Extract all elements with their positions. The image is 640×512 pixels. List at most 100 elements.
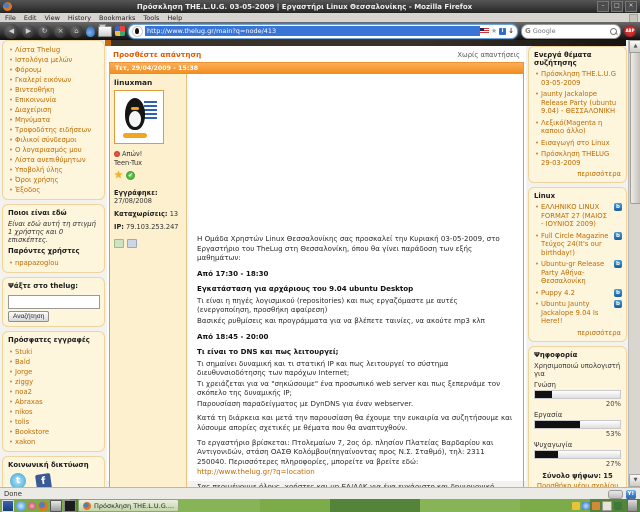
nav-item-links[interactable]: Φιλικοί σύνδεσμοι [8, 135, 99, 145]
menu-bookmarks[interactable]: Bookmarks [99, 14, 135, 22]
search-magnifier-icon[interactable] [610, 27, 617, 35]
tray-misc-icon[interactable] [614, 501, 622, 510]
nav-item-my-account[interactable]: Ο λογαριασμός μου [8, 145, 99, 155]
tray-volume-icon[interactable] [592, 501, 600, 510]
recent-user[interactable]: Bookstore [8, 427, 99, 437]
nav-item-logout[interactable]: Έξοδος [8, 185, 99, 195]
tray-network-icon[interactable] [582, 501, 590, 510]
firefox-launcher-icon[interactable] [38, 500, 48, 511]
tray-updates-icon[interactable] [572, 501, 580, 510]
back-button[interactable]: ◀ [4, 23, 19, 39]
web-browser-launcher-icon[interactable] [16, 500, 26, 511]
firefox-task-icon [83, 501, 91, 510]
topic-item[interactable]: Εισαγωγή στο Linux [534, 139, 621, 148]
nav-item-terms[interactable]: Όροι χρήσης [8, 175, 99, 185]
topic-item[interactable]: Λεξικό(Magenta η καποιο άλλο) [534, 119, 621, 136]
linux-news-item[interactable]: ΕΛΛΗΝΙΚΟ LINUX FORMAT 27 (ΜΑΙΟΣ - ΙΟΥΝΙΟ… [534, 203, 622, 229]
post-paragraph: Τι σημαίνει δυναμική και τι στατική IP κ… [197, 358, 449, 378]
nav-item-lista-thelug[interactable]: Λίστα Thelug [8, 45, 99, 55]
present-user[interactable]: npapazoglou [8, 258, 99, 268]
home-button[interactable]: ⌂ [70, 24, 83, 38]
nav-item-feed[interactable]: Τροφοδότης ειδήσεων [8, 125, 99, 135]
trash-icon[interactable] [627, 498, 638, 512]
nav-item-contact[interactable]: Επικοινωνία [8, 95, 99, 105]
site-search-button[interactable]: Αναζήτηση [8, 311, 50, 322]
topic-item[interactable]: Πρόσκληση THELUG 29-03-2009 [534, 150, 621, 167]
maximize-button[interactable]: □ [611, 1, 623, 12]
recent-user[interactable]: nikos [8, 407, 99, 417]
recent-user[interactable]: noa2 [8, 387, 99, 397]
stop-button[interactable]: × [54, 24, 67, 38]
recent-user[interactable]: ziggy [8, 377, 99, 387]
vertical-scrollbar[interactable]: ▲ ▼ [628, 40, 640, 487]
nav-item-videos[interactable]: Βιντεοθήκη [8, 85, 99, 95]
nav-item-admin[interactable]: Διαχείριση [8, 105, 99, 115]
forward-button[interactable]: ▶ [22, 24, 35, 38]
add-reply-link[interactable]: Προσθέστε απάντηση [113, 50, 201, 59]
post-paragraph: Η Ομάδα Χρηστών Linux Θεσσαλονίκης σας π… [197, 234, 500, 263]
recent-user[interactable]: Abraxas [8, 397, 99, 407]
twitter-icon[interactable]: t [10, 473, 26, 487]
bookmarks-folder-icon[interactable] [98, 23, 112, 37]
facebook-icon[interactable]: f [35, 472, 52, 487]
file-manager-icon[interactable] [50, 499, 62, 512]
nav-item-submit[interactable]: Υποβολή ύλης [8, 165, 99, 175]
go-down-icon[interactable]: ↓ [508, 27, 514, 35]
topics-more-link[interactable]: περισσότερα [534, 170, 621, 178]
bookmark-star-icon[interactable]: ★ [491, 27, 497, 35]
nav-item-forum[interactable]: Φόρουμ [8, 65, 99, 75]
author-name[interactable]: linuxman [114, 78, 182, 87]
menu-tools[interactable]: Tools [143, 14, 159, 22]
url-bar[interactable]: http://www.thelug.gr/main?q=node/413 ★ i… [128, 23, 518, 39]
linux-news-item[interactable]: Full Circle Magazine Τεύχος 24(It's our … [534, 231, 622, 258]
topic-item[interactable]: Jaunty Jackalope Release Party (ubuntu 9… [534, 90, 621, 116]
scroll-down-icon[interactable]: ▼ [629, 474, 640, 487]
nav-item-gallery[interactable]: Γκαλερί εικόνων [8, 75, 99, 85]
close-button[interactable]: × [625, 1, 637, 12]
minimize-button[interactable]: – [597, 1, 609, 12]
tray-notes-icon[interactable] [602, 500, 612, 511]
post-lesson-heading: Τι είναι το DNS και πως λειτουργεί; [197, 347, 339, 357]
nav-item-spam-list[interactable]: Λίστα ανεπιθύμητων [8, 155, 99, 165]
app-launcher-icon[interactable] [28, 501, 36, 510]
recent-user[interactable]: Bald [8, 357, 99, 367]
recent-user[interactable]: xakon [8, 437, 99, 447]
topic-item[interactable]: Πρόσκληση THE.L.U.G 03-05-2009 [534, 70, 621, 87]
recent-user[interactable]: Jorge [8, 367, 99, 377]
linux-more-link[interactable]: περισσότερα [534, 329, 621, 337]
terminal-icon[interactable] [64, 499, 76, 512]
adblock-plus-icon[interactable]: ABP [624, 25, 636, 37]
poll-option-percent: 20% [605, 399, 621, 408]
download-manager-icon[interactable] [86, 25, 95, 37]
menu-file[interactable]: File [5, 14, 16, 22]
registered-date: 27/08/2008 [114, 197, 153, 205]
nav-item-messages[interactable]: Μηνύματα [8, 115, 99, 125]
page-info-icon[interactable]: i [499, 27, 507, 35]
menu-edit[interactable]: Edit [24, 14, 37, 22]
web-search-input[interactable] [530, 26, 610, 36]
edit-post-icon[interactable] [114, 239, 124, 248]
url-input[interactable]: http://www.thelug.gr/main?q=node/413 [145, 26, 480, 36]
show-desktop-icon[interactable] [2, 499, 14, 512]
star-badge-icon: ★ [114, 170, 123, 181]
taskbar-window-button[interactable]: Πρόσκληση THE.L.U.G.... [78, 499, 180, 512]
nav-item-blogs[interactable]: Ιστολόγια μελών [8, 55, 99, 65]
locale-flag-icon[interactable] [479, 28, 489, 34]
location-link[interactable]: http://www.thelug.gr/?q=location [197, 467, 315, 476]
reload-button[interactable]: ↻ [38, 24, 51, 38]
scrollbar-thumb[interactable] [630, 52, 640, 204]
web-search-box[interactable]: G [521, 23, 621, 39]
recent-user[interactable]: Stuki [8, 347, 99, 357]
recent-user[interactable]: tolis [8, 417, 99, 427]
linux-news-item[interactable]: Ubuntu-gr Release Party Αθήνα-Θεσσαλονίκ… [534, 260, 622, 286]
menu-history[interactable]: History [68, 14, 91, 22]
linux-news-item[interactable]: Ubuntu Jaunty Jackalope 9.04 Is Here!!b [534, 300, 622, 326]
email-user-icon[interactable] [127, 239, 137, 248]
left-sidebar: Λίστα Thelug Ιστολόγια μελών Φόρουμ Γκαλ… [2, 40, 105, 487]
extensions-icon[interactable] [115, 26, 125, 36]
linux-news-item[interactable]: Puppy 4.2b [534, 288, 622, 298]
site-search-input[interactable] [8, 295, 100, 309]
menu-view[interactable]: View [44, 14, 59, 22]
status-badge[interactable] [607, 489, 623, 499]
menu-help[interactable]: Help [167, 14, 182, 22]
